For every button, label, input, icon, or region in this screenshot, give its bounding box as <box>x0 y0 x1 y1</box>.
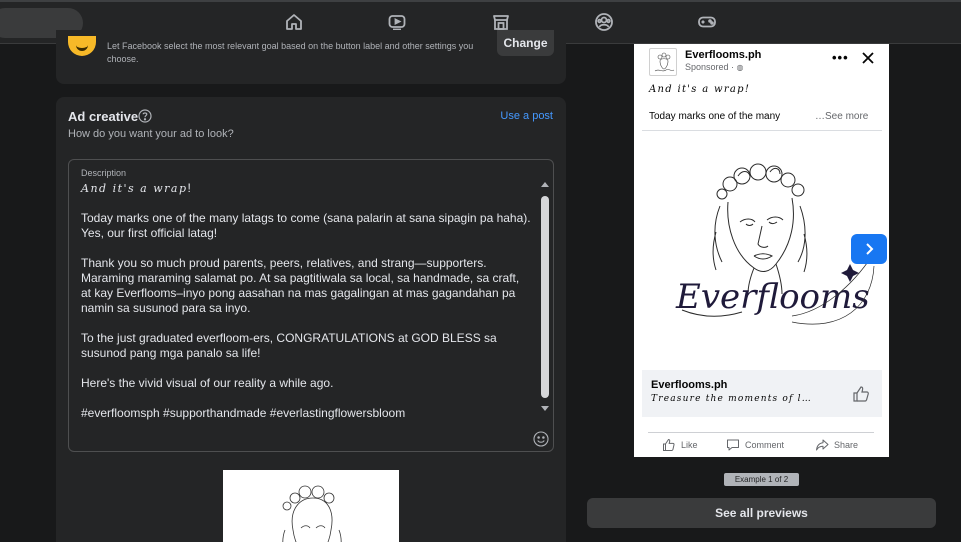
preview-divider <box>642 130 882 131</box>
help-icon[interactable] <box>138 109 152 123</box>
share-label: Share <box>834 440 859 450</box>
more-options-icon[interactable]: ••• <box>832 50 849 65</box>
emoji-picker-icon[interactable] <box>533 431 549 447</box>
carousel-next-button[interactable] <box>851 234 887 264</box>
goal-emoji-icon <box>68 36 96 56</box>
preview-page-name[interactable]: Everflooms.ph <box>685 49 761 61</box>
description-opening: And it's a wrap <box>81 182 188 195</box>
watch-icon[interactable] <box>387 12 407 32</box>
description-body: Today marks one of the many latags to co… <box>81 211 531 420</box>
ad-creative-title: Ad creative <box>68 109 139 124</box>
ad-creative-card: Ad creative How do you want your ad to l… <box>56 97 566 542</box>
globe-icon: ◍ <box>736 63 744 72</box>
scroll-up-arrow[interactable] <box>541 182 549 187</box>
description-textarea[interactable]: Description And it's a wrap! Today marks… <box>68 159 554 452</box>
top-accent-line <box>0 0 961 2</box>
marketplace-icon[interactable] <box>491 12 511 32</box>
gaming-icon[interactable] <box>697 12 717 32</box>
everflooms-logo-art: Everflooms <box>675 163 875 325</box>
share-button[interactable]: Share <box>815 436 858 454</box>
comment-button[interactable]: Comment <box>726 436 784 454</box>
media-thumbnail[interactable] <box>223 470 399 542</box>
description-text[interactable]: And it's a wrap! Today marks one of the … <box>81 181 531 421</box>
goal-card: Let Facebook select the most relevant go… <box>56 30 566 84</box>
ad-preview-card: Everflooms.ph Sponsored · ◍ ••• And it's… <box>634 44 889 457</box>
everflooms-wordmark: Everflooms <box>675 277 870 317</box>
preview-text-line: Today marks one of the many <box>649 111 781 122</box>
footer-page-name: Everflooms.ph <box>651 379 728 391</box>
goal-hint-text: Let Facebook select the most relevant go… <box>107 41 474 64</box>
scrollbar-thumb[interactable] <box>541 196 549 398</box>
share-icon <box>816 439 829 451</box>
ad-creative-subtitle: How do you want your ad to look? <box>68 128 234 140</box>
comment-label: Comment <box>745 440 785 450</box>
comment-icon <box>727 439 739 451</box>
page-avatar[interactable] <box>649 48 677 76</box>
example-counter-badge: Example 1 of 2 <box>724 473 799 486</box>
preview-opening-text: And it's a wrap! <box>649 84 751 95</box>
description-label: Description <box>81 168 127 178</box>
actions-divider <box>648 432 874 433</box>
see-more-link[interactable]: …See more <box>815 111 868 122</box>
change-goal-button[interactable]: Change <box>497 30 554 56</box>
sponsored-text: Sponsored · <box>685 62 737 72</box>
use-a-post-link[interactable]: Use a post <box>500 110 553 122</box>
carousel-image[interactable]: Everflooms <box>642 136 882 370</box>
like-outline-icon[interactable] <box>851 384 871 404</box>
close-icon[interactable] <box>860 50 876 66</box>
groups-icon[interactable] <box>594 12 614 32</box>
like-button[interactable]: Like <box>662 436 698 454</box>
carousel-card-footer[interactable]: Everflooms.ph Treasure the moments of l… <box>642 370 882 417</box>
like-icon <box>663 438 675 451</box>
like-label: Like <box>681 440 698 450</box>
footer-tagline: Treasure the moments of l… <box>651 394 812 404</box>
description-opening-end: ! <box>187 181 191 195</box>
see-all-previews-button[interactable]: See all previews <box>587 498 936 528</box>
sponsored-label: Sponsored · ◍ <box>685 62 744 72</box>
scroll-down-arrow[interactable] <box>541 406 549 411</box>
face-line-art-thumbnail <box>282 485 342 542</box>
home-icon[interactable] <box>284 12 304 32</box>
